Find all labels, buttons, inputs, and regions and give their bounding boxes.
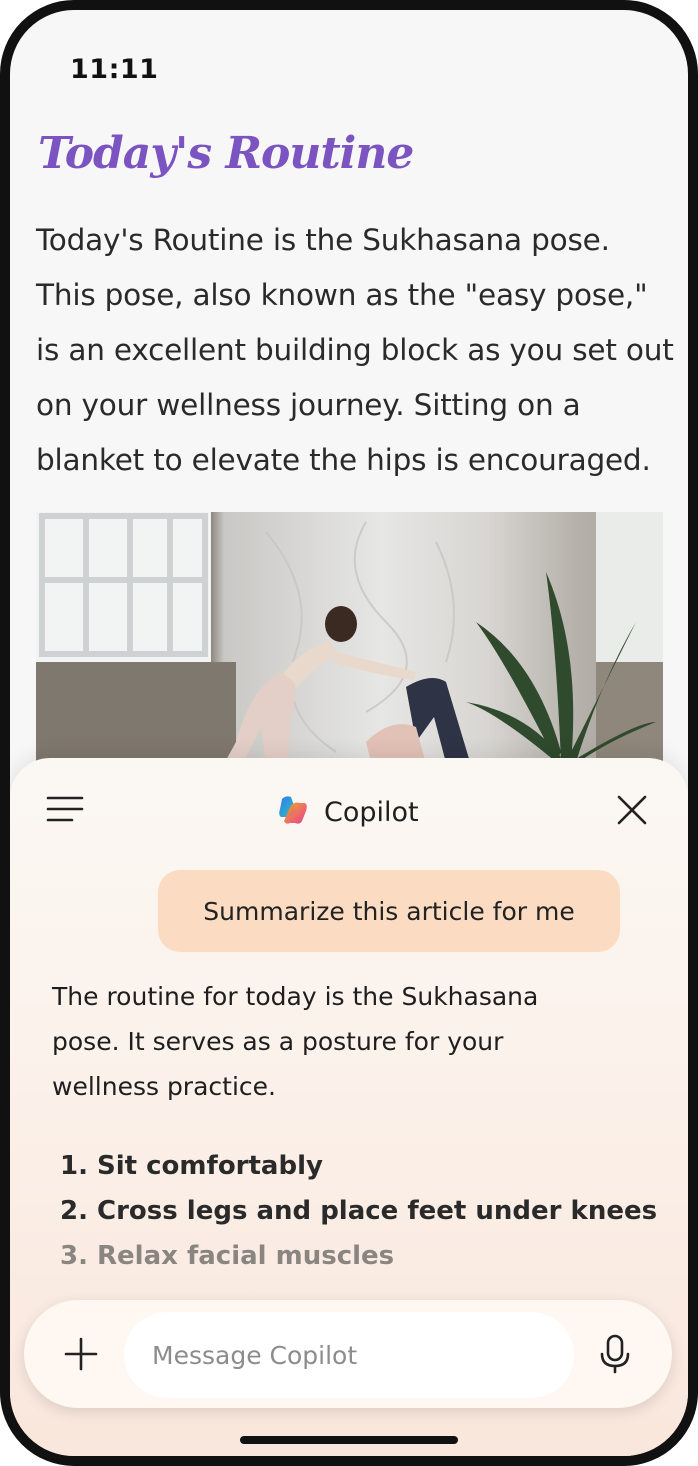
article-title: Today's Routine xyxy=(38,128,414,179)
microphone-icon[interactable] xyxy=(598,1334,632,1374)
steps-list: 1. Sit comfortably 2. Cross legs and pla… xyxy=(60,1144,657,1279)
copilot-header: Copilot xyxy=(276,792,419,832)
user-message-text: Summarize this article for me xyxy=(203,896,575,926)
step-item: 2. Cross legs and place feet under knees xyxy=(60,1196,658,1226)
phone-frame: 11:11 Today's Routine Today's Routine is… xyxy=(0,0,698,1466)
copilot-panel: Copilot Summarize this article for me Th… xyxy=(10,758,688,1456)
message-input[interactable] xyxy=(124,1312,574,1398)
message-composer xyxy=(24,1300,672,1408)
article-photo xyxy=(36,512,663,782)
article-body: Today's Routine is the Sukhasana pose. T… xyxy=(36,223,674,477)
plus-icon[interactable] xyxy=(64,1337,98,1371)
yoga-people xyxy=(214,606,476,782)
window xyxy=(36,512,211,662)
assistant-reply: The routine for today is the Sukhasana p… xyxy=(52,982,539,1101)
user-message-bubble: Summarize this article for me xyxy=(158,870,620,952)
step-item: 1. Sit comfortably xyxy=(60,1151,323,1181)
copilot-logo-icon xyxy=(276,793,310,831)
copilot-title: Copilot xyxy=(324,796,419,828)
hamburger-menu-icon[interactable] xyxy=(46,794,86,824)
step-item: 3. Relax facial muscles xyxy=(60,1241,395,1271)
close-icon[interactable] xyxy=(616,794,648,826)
status-time: 11:11 xyxy=(70,54,159,85)
home-indicator[interactable] xyxy=(240,1436,458,1444)
